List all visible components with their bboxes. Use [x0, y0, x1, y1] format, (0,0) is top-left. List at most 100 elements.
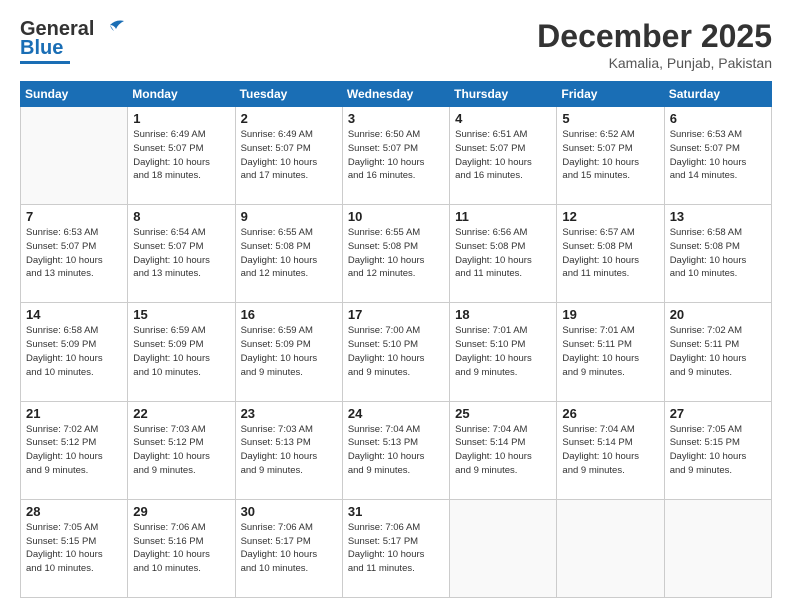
- table-row: 29 Sunrise: 7:06 AM Sunset: 5:16 PM Dayli…: [128, 499, 235, 597]
- table-row: 7 Sunrise: 6:53 AM Sunset: 5:07 PM Daylig…: [21, 205, 128, 303]
- day-info: Sunrise: 7:02 AM Sunset: 5:12 PM Dayligh…: [26, 423, 122, 478]
- table-row: 27 Sunrise: 7:05 AM Sunset: 5:15 PM Dayli…: [664, 401, 771, 499]
- day-number: 29: [133, 504, 229, 519]
- day-number: 9: [241, 209, 337, 224]
- day-info: Sunrise: 7:01 AM Sunset: 5:11 PM Dayligh…: [562, 324, 658, 379]
- title-section: December 2025 Kamalia, Punjab, Pakistan: [537, 18, 772, 71]
- day-info: Sunrise: 6:58 AM Sunset: 5:08 PM Dayligh…: [670, 226, 766, 281]
- day-info: Sunrise: 6:59 AM Sunset: 5:09 PM Dayligh…: [133, 324, 229, 379]
- page: General Blue December 2025 Kamalia, Punj…: [0, 0, 792, 612]
- table-row: 26Sunrise: 7:04 AM Sunset: 5:14 PM Dayli…: [557, 401, 664, 499]
- day-info: Sunrise: 6:52 AM Sunset: 5:07 PM Dayligh…: [562, 128, 658, 183]
- day-info: Sunrise: 7:04 AM Sunset: 5:14 PM Dayligh…: [455, 423, 551, 478]
- table-row: 3Sunrise: 6:50 AM Sunset: 5:07 PM Daylig…: [342, 107, 449, 205]
- day-number: 4: [455, 111, 551, 126]
- day-info: Sunrise: 6:53 AM Sunset: 5:07 PM Dayligh…: [26, 226, 122, 281]
- table-row: 24 Sunrise: 7:04 AM Sunset: 5:13 PM Dayli…: [342, 401, 449, 499]
- calendar-week-row: 1 Sunrise: 6:49 AM Sunset: 5:07 PM Daylig…: [21, 107, 772, 205]
- table-row: 14 Sunrise: 6:58 AM Sunset: 5:09 PM Dayli…: [21, 303, 128, 401]
- day-number: 6: [670, 111, 766, 126]
- day-number: 15: [133, 307, 229, 322]
- calendar-week-row: 7 Sunrise: 6:53 AM Sunset: 5:07 PM Daylig…: [21, 205, 772, 303]
- col-monday: Monday: [128, 82, 235, 107]
- day-info: Sunrise: 7:05 AM Sunset: 5:15 PM Dayligh…: [26, 521, 122, 576]
- day-number: 1: [133, 111, 229, 126]
- day-info: Sunrise: 7:03 AM Sunset: 5:12 PM Dayligh…: [133, 423, 229, 478]
- day-info: Sunrise: 7:03 AM Sunset: 5:13 PM Dayligh…: [241, 423, 337, 478]
- day-number: 16: [241, 307, 337, 322]
- calendar-week-row: 21Sunrise: 7:02 AM Sunset: 5:12 PM Dayli…: [21, 401, 772, 499]
- day-number: 31: [348, 504, 444, 519]
- day-info: Sunrise: 6:55 AM Sunset: 5:08 PM Dayligh…: [241, 226, 337, 281]
- table-row: 21Sunrise: 7:02 AM Sunset: 5:12 PM Dayli…: [21, 401, 128, 499]
- table-row: 17 Sunrise: 7:00 AM Sunset: 5:10 PM Dayli…: [342, 303, 449, 401]
- table-row: 5Sunrise: 6:52 AM Sunset: 5:07 PM Daylig…: [557, 107, 664, 205]
- table-row: 10 Sunrise: 6:55 AM Sunset: 5:08 PM Dayli…: [342, 205, 449, 303]
- logo: General Blue: [20, 18, 124, 64]
- table-row: 23 Sunrise: 7:03 AM Sunset: 5:13 PM Dayli…: [235, 401, 342, 499]
- col-tuesday: Tuesday: [235, 82, 342, 107]
- day-number: 13: [670, 209, 766, 224]
- day-number: 22: [133, 406, 229, 421]
- day-info: Sunrise: 7:06 AM Sunset: 5:16 PM Dayligh…: [133, 521, 229, 576]
- table-row: 11Sunrise: 6:56 AM Sunset: 5:08 PM Dayli…: [450, 205, 557, 303]
- day-info: Sunrise: 7:05 AM Sunset: 5:15 PM Dayligh…: [670, 423, 766, 478]
- day-info: Sunrise: 6:55 AM Sunset: 5:08 PM Dayligh…: [348, 226, 444, 281]
- table-row: 12 Sunrise: 6:57 AM Sunset: 5:08 PM Dayli…: [557, 205, 664, 303]
- table-row: 25 Sunrise: 7:04 AM Sunset: 5:14 PM Dayli…: [450, 401, 557, 499]
- table-row: 15 Sunrise: 6:59 AM Sunset: 5:09 PM Dayli…: [128, 303, 235, 401]
- day-number: 3: [348, 111, 444, 126]
- table-row: 31 Sunrise: 7:06 AM Sunset: 5:17 PM Dayli…: [342, 499, 449, 597]
- table-row: [450, 499, 557, 597]
- table-row: 1Sunrise: 6:49 AM Sunset: 5:07 PM Daylig…: [128, 107, 235, 205]
- day-info: Sunrise: 7:02 AM Sunset: 5:11 PM Dayligh…: [670, 324, 766, 379]
- day-info: Sunrise: 6:49 AM Sunset: 5:07 PM Dayligh…: [241, 128, 337, 183]
- day-number: 7: [26, 209, 122, 224]
- col-friday: Friday: [557, 82, 664, 107]
- day-number: 30: [241, 504, 337, 519]
- month-title: December 2025: [537, 18, 772, 55]
- table-row: 13 Sunrise: 6:58 AM Sunset: 5:08 PM Dayli…: [664, 205, 771, 303]
- day-number: 8: [133, 209, 229, 224]
- day-info: Sunrise: 6:56 AM Sunset: 5:08 PM Dayligh…: [455, 226, 551, 281]
- day-number: 26: [562, 406, 658, 421]
- table-row: [21, 107, 128, 205]
- day-info: Sunrise: 7:06 AM Sunset: 5:17 PM Dayligh…: [348, 521, 444, 576]
- day-number: 19: [562, 307, 658, 322]
- table-row: 4Sunrise: 6:51 AM Sunset: 5:07 PM Daylig…: [450, 107, 557, 205]
- header: General Blue December 2025 Kamalia, Punj…: [20, 18, 772, 71]
- day-number: 14: [26, 307, 122, 322]
- table-row: 28 Sunrise: 7:05 AM Sunset: 5:15 PM Dayli…: [21, 499, 128, 597]
- day-info: Sunrise: 6:59 AM Sunset: 5:09 PM Dayligh…: [241, 324, 337, 379]
- table-row: [664, 499, 771, 597]
- day-number: 20: [670, 307, 766, 322]
- day-info: Sunrise: 7:00 AM Sunset: 5:10 PM Dayligh…: [348, 324, 444, 379]
- table-row: 16 Sunrise: 6:59 AM Sunset: 5:09 PM Dayli…: [235, 303, 342, 401]
- table-row: 22 Sunrise: 7:03 AM Sunset: 5:12 PM Dayli…: [128, 401, 235, 499]
- day-number: 10: [348, 209, 444, 224]
- day-number: 25: [455, 406, 551, 421]
- table-row: 6Sunrise: 6:53 AM Sunset: 5:07 PM Daylig…: [664, 107, 771, 205]
- day-number: 24: [348, 406, 444, 421]
- day-number: 23: [241, 406, 337, 421]
- day-info: Sunrise: 6:58 AM Sunset: 5:09 PM Dayligh…: [26, 324, 122, 379]
- day-info: Sunrise: 6:54 AM Sunset: 5:07 PM Dayligh…: [133, 226, 229, 281]
- table-row: [557, 499, 664, 597]
- day-number: 28: [26, 504, 122, 519]
- day-number: 27: [670, 406, 766, 421]
- day-number: 17: [348, 307, 444, 322]
- table-row: 19 Sunrise: 7:01 AM Sunset: 5:11 PM Dayli…: [557, 303, 664, 401]
- table-row: 18Sunrise: 7:01 AM Sunset: 5:10 PM Dayli…: [450, 303, 557, 401]
- day-info: Sunrise: 6:57 AM Sunset: 5:08 PM Dayligh…: [562, 226, 658, 281]
- table-row: 20 Sunrise: 7:02 AM Sunset: 5:11 PM Dayli…: [664, 303, 771, 401]
- day-number: 12: [562, 209, 658, 224]
- calendar-table: Sunday Monday Tuesday Wednesday Thursday…: [20, 81, 772, 598]
- col-wednesday: Wednesday: [342, 82, 449, 107]
- col-sunday: Sunday: [21, 82, 128, 107]
- col-saturday: Saturday: [664, 82, 771, 107]
- table-row: 2Sunrise: 6:49 AM Sunset: 5:07 PM Daylig…: [235, 107, 342, 205]
- calendar-header-row: Sunday Monday Tuesday Wednesday Thursday…: [21, 82, 772, 107]
- location-subtitle: Kamalia, Punjab, Pakistan: [537, 55, 772, 71]
- logo-underline: [20, 61, 70, 64]
- day-info: Sunrise: 7:04 AM Sunset: 5:13 PM Dayligh…: [348, 423, 444, 478]
